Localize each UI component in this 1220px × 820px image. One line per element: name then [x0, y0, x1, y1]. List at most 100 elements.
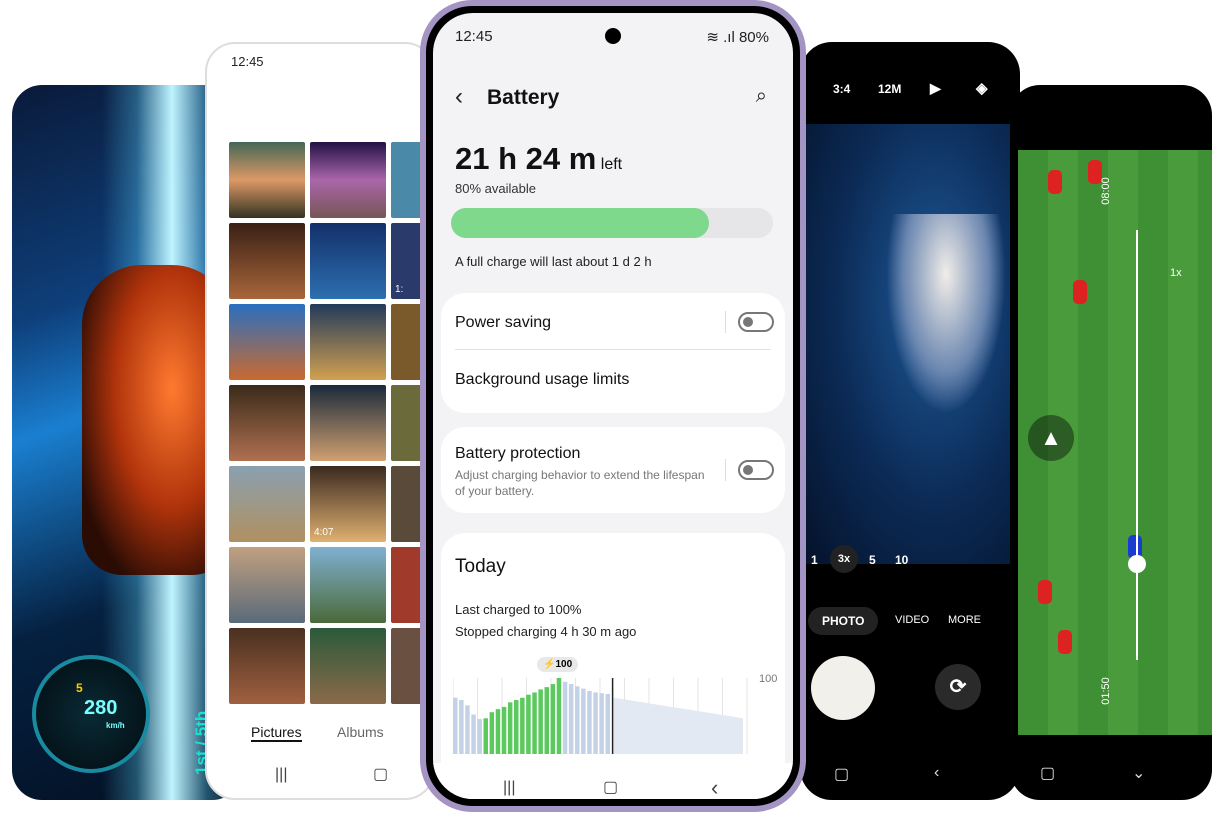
photo-thumb[interactable]: [310, 385, 386, 461]
speed-unit: km/h: [106, 721, 125, 730]
chart-bar: [483, 718, 488, 754]
home-button[interactable]: ▢: [373, 764, 388, 784]
gear: 5: [76, 681, 83, 695]
photo-thumb[interactable]: [229, 466, 305, 542]
photo-thumb[interactable]: [310, 223, 386, 299]
zoom-3x[interactable]: 3x: [830, 545, 858, 573]
full-charge-estimate: A full charge will last about 1 d 2 h: [455, 254, 652, 269]
back-button[interactable]: ‹: [934, 764, 939, 782]
chart-bar: [562, 681, 568, 754]
status-time: 12:45: [455, 28, 493, 45]
home-button[interactable]: ▢: [834, 764, 849, 784]
up-arrow-button[interactable]: ▲: [1028, 415, 1074, 461]
switch-camera-icon[interactable]: ⟳: [935, 664, 981, 710]
background-usage-limits[interactable]: Background usage limits: [455, 371, 629, 389]
chart-bar: [587, 690, 592, 754]
chart-bar: [501, 706, 507, 754]
mode-more[interactable]: MORE: [948, 614, 981, 626]
battery-protection-label[interactable]: Battery protection: [455, 445, 580, 463]
battery-protection-toggle[interactable]: [738, 460, 774, 480]
photo-thumb[interactable]: [229, 547, 305, 623]
settings-card: Power saving Background usage limits: [441, 293, 785, 413]
chart-bar: [581, 688, 586, 754]
divider: [455, 349, 771, 350]
last-charged: Last charged to 100%: [455, 602, 582, 617]
chart-bar: [495, 709, 501, 754]
zoom-10[interactable]: 10: [895, 553, 908, 567]
home-button[interactable]: ▢: [1040, 763, 1055, 783]
power-saving-toggle[interactable]: [738, 312, 774, 332]
zoom-slider-handle[interactable]: [1128, 555, 1146, 573]
battery-level-fill: [451, 208, 709, 238]
available-percent: 80% available: [455, 181, 536, 196]
shutter-button[interactable]: [811, 656, 875, 720]
time-top: 08:00: [1099, 177, 1112, 205]
layers-icon[interactable]: ◈: [976, 79, 988, 97]
chart-bar: [544, 687, 549, 754]
chart-bar: [465, 705, 470, 754]
chart-bar: [599, 693, 604, 754]
player: [1073, 280, 1087, 304]
sports-phone: ▲ 08:00 01:50 1x ▢ ⌄: [1010, 85, 1212, 800]
chart-bar: [489, 712, 495, 754]
status-icons: ≋ .ıl 80%: [706, 28, 769, 46]
chart-bar: [593, 692, 598, 754]
mode-photo[interactable]: PHOTO: [808, 607, 879, 635]
battery-screen: 12:45 ≋ .ıl 80% ‹ Battery ⌕ 21 h 24 m le…: [433, 13, 793, 799]
front-camera: [605, 28, 621, 44]
speed-value: 280: [84, 697, 118, 719]
zoom-1[interactable]: 1: [811, 553, 818, 567]
today-card: Today Last charged to 100% Stopped charg…: [441, 533, 785, 763]
aspect-ratio-button[interactable]: 3:4: [833, 82, 850, 96]
chart-bar: [550, 684, 556, 754]
resolution-button[interactable]: 12M: [878, 82, 901, 96]
photo-thumb[interactable]: [310, 628, 386, 704]
photo-thumb[interactable]: [229, 628, 305, 704]
zoom-5[interactable]: 5: [869, 553, 876, 567]
battery-protection-desc: Adjust charging behavior to extend the l…: [455, 468, 705, 498]
back-button[interactable]: ‹: [711, 775, 718, 799]
zoom-level[interactable]: 1x: [1170, 267, 1182, 279]
gallery-phone: 12:45 1: 4:07 Pictures Albums ||| ▢: [205, 42, 435, 800]
chart-bar: [526, 694, 531, 754]
divider: [725, 459, 726, 481]
time-bottom: 01:50: [1099, 677, 1112, 705]
zoom-slider-track[interactable]: [1136, 230, 1138, 660]
chart-bar: [507, 702, 513, 754]
photo-thumb[interactable]: [310, 142, 386, 218]
axis-max-label: 100: [759, 673, 778, 685]
battery-level-bar: [451, 208, 773, 238]
tab-pictures[interactable]: Pictures: [251, 724, 302, 742]
chart-bar: [477, 719, 482, 754]
photo-thumb[interactable]: [229, 223, 305, 299]
photo-thumb[interactable]: [229, 304, 305, 380]
soccer-pitch[interactable]: ▲: [1018, 150, 1212, 735]
tab-albums[interactable]: Albums: [337, 724, 384, 740]
photo-thumb[interactable]: 4:07: [310, 466, 386, 542]
chart-bar: [575, 686, 580, 754]
chart-bar: [538, 689, 543, 754]
back-button[interactable]: ‹: [455, 83, 463, 111]
search-icon[interactable]: ⌕: [756, 85, 767, 108]
skater: [886, 214, 1006, 414]
recents-button[interactable]: |||: [275, 766, 287, 784]
time-left: 21 h 24 m: [455, 141, 597, 176]
status-time: 12:45: [231, 54, 264, 69]
projection-area: [613, 697, 743, 754]
mode-video[interactable]: VIDEO: [895, 614, 929, 626]
photo-thumb[interactable]: [229, 385, 305, 461]
player: [1058, 630, 1072, 654]
camera-preview[interactable]: [806, 124, 1020, 564]
player: [1048, 170, 1062, 194]
down-chevron[interactable]: ⌄: [1132, 763, 1145, 783]
chart-bar: [471, 714, 476, 754]
chart-bar: [556, 678, 562, 754]
photo-thumb[interactable]: [310, 547, 386, 623]
motion-photo-icon[interactable]: ▶: [930, 80, 941, 97]
photo-thumb[interactable]: [310, 304, 386, 380]
photo-thumb[interactable]: [229, 142, 305, 218]
power-saving-label[interactable]: Power saving: [455, 314, 551, 332]
recents-button[interactable]: |||: [503, 779, 515, 797]
photo-grid: 1: 4:07: [229, 142, 433, 704]
home-button[interactable]: ▢: [603, 777, 618, 797]
